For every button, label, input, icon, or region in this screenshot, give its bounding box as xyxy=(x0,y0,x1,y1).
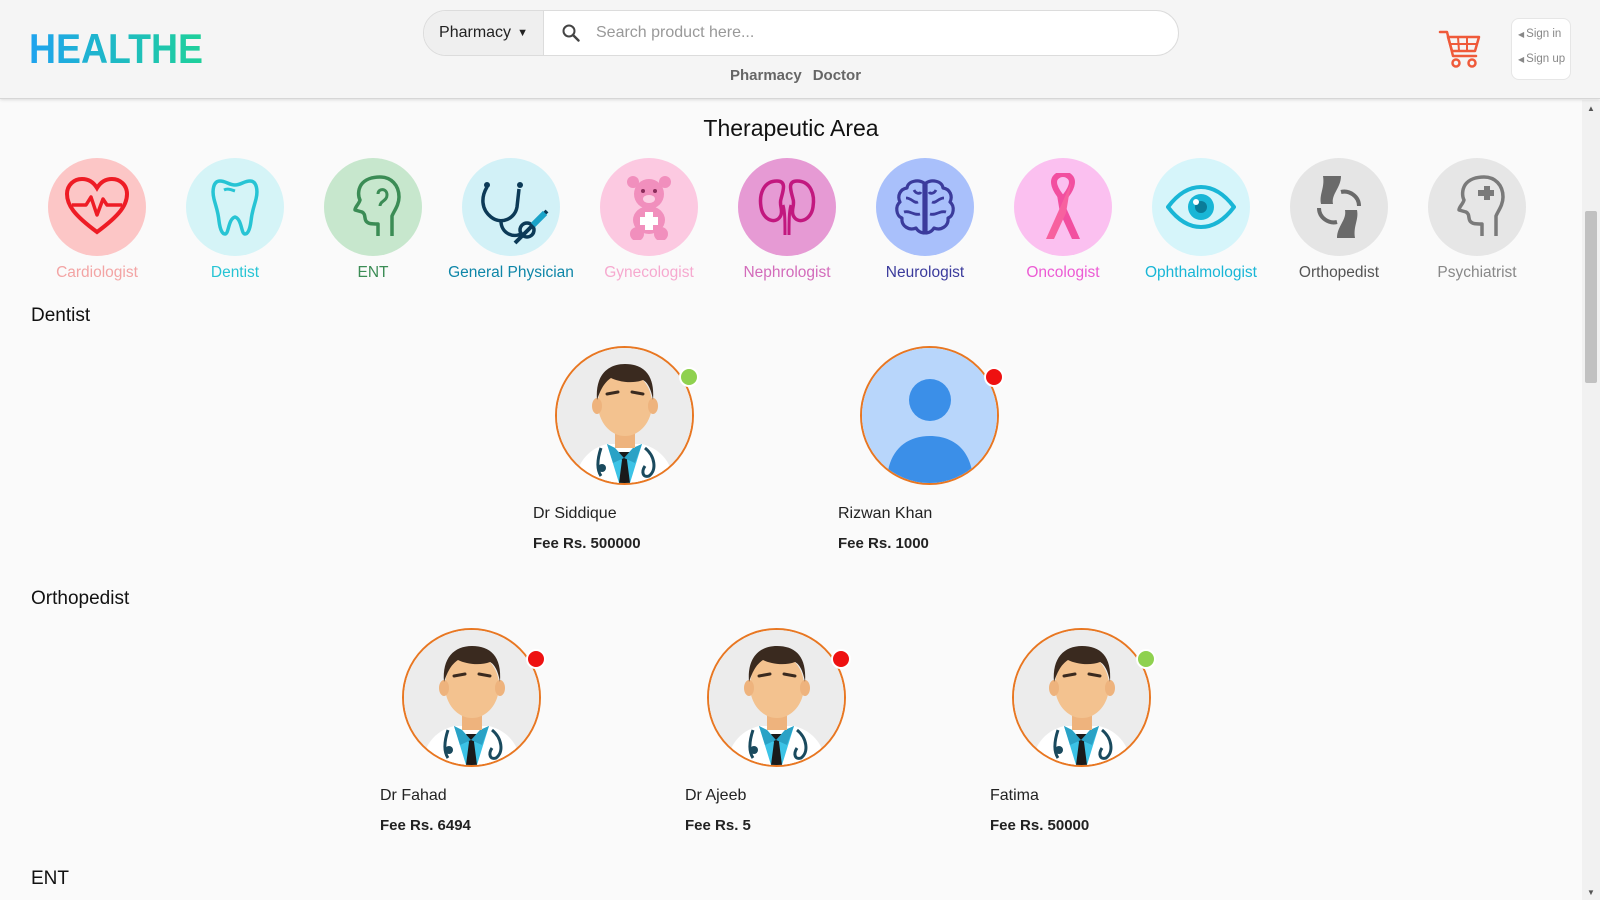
therapeutic-item-label[interactable]: Nephrologist xyxy=(718,264,856,282)
chevron-down-icon: ▼ xyxy=(517,27,528,39)
therapeutic-item-gynecologist[interactable]: Gynecologist xyxy=(580,158,718,282)
doctor-fee: Fee Rs. 1000 xyxy=(838,535,929,552)
doctor-avatar[interactable] xyxy=(1012,628,1156,767)
ribbon-icon[interactable] xyxy=(1014,158,1112,256)
therapeutic-item-general-physician[interactable]: General Physician xyxy=(442,158,580,282)
therapeutic-item-label[interactable]: Ophthalmologist xyxy=(1132,264,1270,282)
brain-icon[interactable] xyxy=(876,158,974,256)
doctor-card[interactable]: Fatima Fee Rs. 50000 xyxy=(990,628,1170,834)
section-title-orthopedist: Orthopedist xyxy=(31,588,130,609)
therapeutic-item-neurologist[interactable]: Neurologist xyxy=(856,158,994,282)
doctor-name[interactable]: Rizwan Khan xyxy=(838,505,1018,523)
therapeutic-item-orthopedist[interactable]: Orthopedist xyxy=(1270,158,1408,282)
status-offline-dot xyxy=(831,649,851,669)
doctor-avatar[interactable] xyxy=(707,628,851,767)
therapeutic-item-label[interactable]: ENT xyxy=(304,264,442,282)
section-title-dentist: Dentist xyxy=(31,305,91,326)
mind-icon[interactable] xyxy=(1428,158,1526,256)
sign-up-label: Sign up xyxy=(1526,53,1566,65)
search-field xyxy=(544,11,1178,55)
doctor-fee: Fee Rs. 500000 xyxy=(533,535,641,552)
nav-link-doctor[interactable]: Doctor xyxy=(813,67,861,84)
tooth-icon[interactable] xyxy=(186,158,284,256)
doctor-name[interactable]: Fatima xyxy=(990,787,1170,805)
section-title-ent: ENT xyxy=(31,868,69,889)
header-nav: Pharmacy Doctor xyxy=(730,67,861,84)
therapeutic-item-label[interactable]: Psychiatrist xyxy=(1408,264,1546,282)
category-select[interactable]: Pharmacy ▼ xyxy=(424,11,544,55)
therapeutic-item-oncologist[interactable]: Oncologist xyxy=(994,158,1132,282)
therapeutic-item-dentist[interactable]: Dentist xyxy=(166,158,304,282)
auth-menu: ◀ Sign in ◀ Sign up xyxy=(1511,18,1571,80)
therapeutic-item-ophthalmologist[interactable]: Ophthalmologist xyxy=(1132,158,1270,282)
scroll-up-arrow-icon[interactable]: ▲ xyxy=(1582,100,1600,116)
stethoscope-icon[interactable] xyxy=(462,158,560,256)
cart-icon[interactable] xyxy=(1438,28,1482,75)
therapeutic-item-cardiologist[interactable]: Cardiologist xyxy=(28,158,166,282)
doctor-image xyxy=(404,630,539,765)
therapeutic-item-label[interactable]: Gynecologist xyxy=(580,264,718,282)
nav-link-pharmacy[interactable]: Pharmacy xyxy=(730,67,802,84)
doctor-image xyxy=(709,630,844,765)
therapeutic-item-nephrologist[interactable]: Nephrologist xyxy=(718,158,856,282)
doctor-fee: Fee Rs. 5 xyxy=(685,817,751,834)
caret-left-icon: ◀ xyxy=(1518,54,1525,64)
status-offline-dot xyxy=(984,367,1004,387)
therapeutic-item-label[interactable]: Orthopedist xyxy=(1270,264,1408,282)
status-online-dot xyxy=(1136,649,1156,669)
sign-in-label: Sign in xyxy=(1526,28,1562,40)
sign-up-link[interactable]: ◀ Sign up xyxy=(1518,53,1570,65)
therapeutic-item-psychiatrist[interactable]: Psychiatrist xyxy=(1408,158,1546,282)
sign-in-link[interactable]: ◀ Sign in xyxy=(1518,28,1570,40)
heart-icon[interactable] xyxy=(48,158,146,256)
therapeutic-item-ent[interactable]: ENT xyxy=(304,158,442,282)
joint-icon[interactable] xyxy=(1290,158,1388,256)
doctor-name[interactable]: Dr Ajeeb xyxy=(685,787,865,805)
therapeutic-item-label[interactable]: Oncologist xyxy=(994,264,1132,282)
teddy-bear-icon[interactable] xyxy=(600,158,698,256)
doctor-image xyxy=(1014,630,1149,765)
top-header: HEALTHE Pharmacy ▼ Pharmacy Doctor ◀Sign… xyxy=(0,0,1600,99)
status-online-dot xyxy=(679,367,699,387)
doctor-fee: Fee Rs. 50000 xyxy=(990,817,1090,834)
eye-icon[interactable] xyxy=(1152,158,1250,256)
doctor-name[interactable]: Dr Siddique xyxy=(533,505,713,523)
doctor-name[interactable]: Dr Fahad xyxy=(380,787,560,805)
therapeutic-area-title: Therapeutic Area xyxy=(703,115,879,141)
therapeutic-item-label[interactable]: Cardiologist xyxy=(28,264,166,282)
doctor-avatar[interactable] xyxy=(402,628,546,767)
doctor-fee: Fee Rs. 6494 xyxy=(380,817,471,834)
therapeutic-area-list: Cardiologist Dentist ENT General Physician G… xyxy=(28,158,1546,282)
doctor-card[interactable]: Dr Fahad Fee Rs. 6494 xyxy=(380,628,560,834)
search-bar: Pharmacy ▼ xyxy=(423,10,1179,56)
doctor-card[interactable]: Rizwan Khan Fee Rs. 1000 xyxy=(838,346,1018,552)
status-offline-dot xyxy=(526,649,546,669)
user-placeholder-avatar[interactable] xyxy=(860,346,1004,485)
category-select-value: Pharmacy xyxy=(439,24,512,41)
doctor-card[interactable]: Dr Siddique Fee Rs. 500000 xyxy=(533,346,713,552)
search-icon xyxy=(562,24,580,42)
head-ear-icon[interactable] xyxy=(324,158,422,256)
svg-text:HEALTHE: HEALTHE xyxy=(29,28,203,68)
search-input[interactable] xyxy=(596,24,1116,42)
therapeutic-item-label[interactable]: Neurologist xyxy=(856,264,994,282)
page-scrollbar[interactable]: ▲ ▼ xyxy=(1582,100,1600,900)
scroll-down-arrow-icon[interactable]: ▼ xyxy=(1582,884,1600,900)
scroll-thumb[interactable] xyxy=(1585,211,1597,383)
healthe-logo[interactable]: HEALTHE xyxy=(29,28,209,68)
doctor-image xyxy=(557,348,692,483)
therapeutic-item-label[interactable]: General Physician xyxy=(442,264,580,282)
doctor-card[interactable]: Dr Ajeeb Fee Rs. 5 xyxy=(685,628,865,834)
user-placeholder-image xyxy=(862,348,997,483)
therapeutic-item-label[interactable]: Dentist xyxy=(166,264,304,282)
doctor-avatar[interactable] xyxy=(555,346,699,485)
caret-left-icon: ◀ xyxy=(1518,29,1525,39)
kidney-icon[interactable] xyxy=(738,158,836,256)
